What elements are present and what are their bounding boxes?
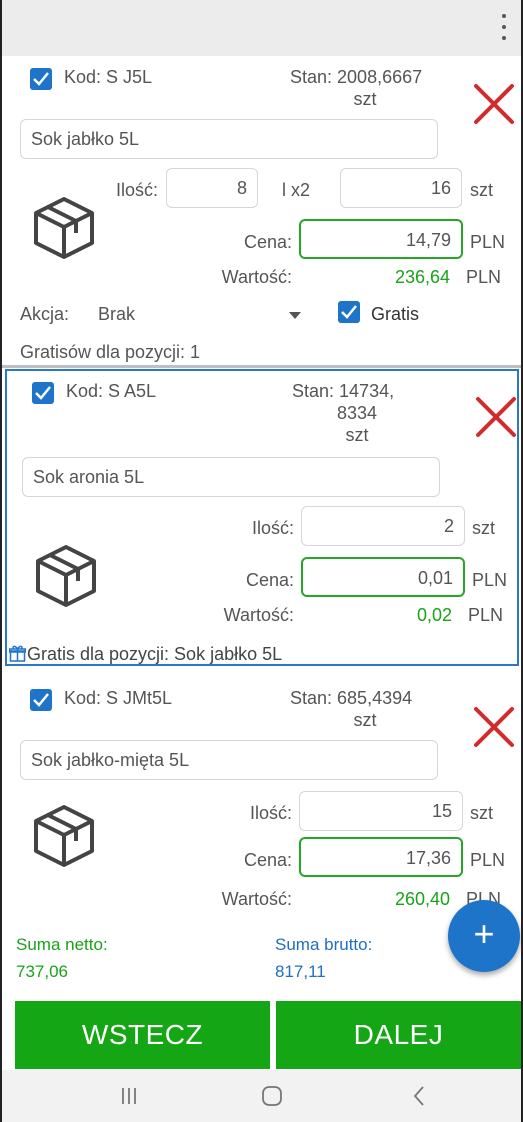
home-icon[interactable] — [261, 1085, 283, 1107]
price-label: Cena: — [243, 232, 292, 252]
system-navigation-bar — [2, 1070, 521, 1122]
stock-unit: szt — [353, 710, 377, 730]
order-item-card: Kod: S JMt5L Stan: 685,4394 szt Sok jabł… — [2, 669, 521, 929]
gross-total-value: 817,11 — [275, 962, 326, 981]
action-label: Akcja: — [20, 304, 70, 324]
product-name-field[interactable]: Sok jabłko 5L — [20, 119, 438, 159]
product-box-icon — [34, 805, 94, 867]
net-total-label: Suma netto: — [16, 935, 108, 954]
stock-value: Stan: 14734, — [292, 381, 395, 401]
item-checkbox[interactable] — [30, 68, 52, 90]
product-box-icon — [34, 197, 94, 259]
add-item-button[interactable]: + — [448, 900, 520, 972]
delete-item-icon[interactable] — [472, 82, 516, 126]
stock-level: Stan: 2008,6667 szt — [290, 66, 440, 110]
order-item-card: Kod: S A5L Stan: 14734, 8334 szt Sok aro… — [5, 369, 519, 666]
quantity-label: Ilość: — [249, 803, 292, 823]
value-label: Wartość: — [221, 889, 292, 909]
quantity-input[interactable]: 8 — [166, 168, 258, 208]
gratis-source: Gratis dla pozycji: Sok jabłko 5L — [27, 644, 283, 664]
stock-unit: szt — [353, 89, 377, 109]
value-label: Wartość: — [223, 605, 294, 625]
stock-level: Stan: 685,4394 szt — [290, 687, 440, 731]
delete-item-icon[interactable] — [472, 705, 516, 749]
price-input[interactable]: 14,79 — [299, 219, 463, 259]
price-label: Cena: — [243, 850, 292, 870]
back-nav-icon[interactable] — [412, 1085, 426, 1107]
order-item-card: Kod: S J5L Stan: 2008,6667 szt Sok jabłk… — [2, 56, 521, 368]
product-name-field[interactable]: Sok aronia 5L — [22, 457, 440, 497]
stock-level: Stan: 14734, 8334 szt — [292, 380, 422, 446]
item-code: Kod: S JMt5L — [64, 688, 173, 708]
more-options-icon[interactable] — [499, 14, 509, 40]
gratis-checkbox[interactable] — [338, 301, 360, 323]
stock-unit: szt — [345, 425, 369, 445]
stock-value: Stan: 685,4394 — [290, 688, 413, 708]
price-input[interactable]: 0,01 — [301, 557, 465, 597]
item-checkbox[interactable] — [30, 689, 52, 711]
price-currency: PLN — [472, 570, 508, 590]
price-label: Cena: — [245, 570, 294, 590]
item-checkbox[interactable] — [32, 382, 54, 404]
product-box-icon — [36, 545, 96, 607]
price-currency: PLN — [470, 850, 506, 870]
action-select[interactable]: Brak — [98, 304, 135, 325]
quantity-input[interactable]: 2 — [301, 506, 465, 546]
app-screen: Kod: S J5L Stan: 2008,6667 szt Sok jabłk… — [0, 0, 523, 1122]
quantity-unit: szt — [472, 518, 496, 538]
net-total-value: 737,06 — [16, 962, 68, 981]
quantity-input[interactable]: 15 — [299, 791, 463, 831]
product-name-field[interactable]: Sok jabłko-mięta 5L — [20, 740, 438, 780]
recent-apps-icon[interactable] — [119, 1086, 139, 1106]
line-value: 0,02 — [416, 605, 452, 625]
line-value: 236,64 — [394, 267, 450, 287]
delete-item-icon[interactable] — [474, 395, 518, 439]
item-code: Kod: S A5L — [66, 381, 157, 401]
value-currency: PLN — [466, 267, 502, 287]
quantity-unit: szt — [470, 180, 494, 200]
total-quantity-input[interactable]: 16 — [340, 168, 462, 208]
next-button[interactable]: DALEJ — [276, 1001, 521, 1069]
app-bar — [2, 0, 521, 56]
quantity-label: Ilość: — [115, 180, 158, 200]
order-totals: Suma netto: 737,06 Suma brutto: 817,11 — [2, 925, 521, 1000]
stock-value: Stan: 2008,6667 — [290, 67, 423, 87]
gross-total-label: Suma brutto: — [275, 935, 373, 954]
price-currency: PLN — [470, 232, 506, 252]
chevron-down-icon[interactable] — [289, 312, 301, 319]
value-currency: PLN — [468, 605, 504, 625]
quantity-label: Ilość: — [251, 518, 294, 538]
price-input[interactable]: 17,36 — [299, 837, 463, 877]
gratis-label: Gratis — [371, 304, 420, 324]
pack-multiplier: l x2 — [282, 180, 311, 200]
value-label: Wartość: — [221, 267, 292, 287]
back-button[interactable]: WSTECZ — [15, 1001, 270, 1069]
gift-icon — [9, 645, 26, 662]
line-value: 260,40 — [394, 889, 450, 909]
gratis-count: Gratisów dla pozycji: 1 — [20, 342, 201, 362]
quantity-unit: szt — [470, 803, 494, 823]
item-code: Kod: S J5L — [64, 67, 153, 87]
stock-value-continued: 8334 — [336, 403, 378, 423]
